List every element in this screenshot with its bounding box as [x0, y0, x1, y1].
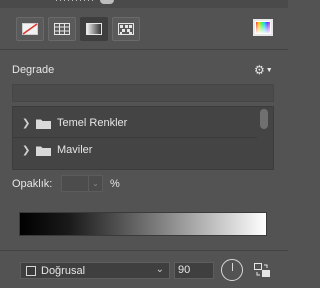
divider: [0, 250, 288, 251]
opacity-unit: %: [110, 178, 120, 190]
gradient-type-select[interactable]: Doğrusal ⌄: [20, 262, 170, 279]
list-item-folder[interactable]: ❯ Temel Renkler: [13, 110, 257, 136]
no-color-icon: [22, 23, 38, 35]
chevron-down-icon: ▼: [265, 67, 273, 74]
opacity-input[interactable]: ⌄: [61, 175, 103, 192]
chevron-down-icon: ⌄: [92, 179, 99, 188]
folder-icon: [36, 145, 51, 156]
divider: [0, 49, 288, 50]
scrollbar-thumb[interactable]: [260, 109, 268, 129]
gradient-preset-list: ❯ Temel Renkler ❯ Maviler: [12, 106, 274, 170]
gradient-icon: [86, 23, 102, 35]
gradient-type-label: Doğrusal: [41, 264, 86, 277]
opacity-label: Opaklık:: [12, 178, 53, 190]
chevron-down-icon: ⌄: [155, 264, 164, 275]
pattern-icon: [118, 23, 134, 35]
section-title: Degrade: [12, 64, 55, 76]
folder-label: Temel Renkler: [57, 117, 128, 129]
swatches-button[interactable]: [48, 17, 76, 41]
chevron-right-icon[interactable]: ❯: [22, 118, 32, 129]
opacity-dropdown-button[interactable]: ⌄: [88, 176, 102, 191]
reverse-gradient-icon: [254, 263, 270, 277]
swatch-grid-icon: [54, 23, 70, 35]
list-item-folder[interactable]: ❯ Maviler: [13, 137, 257, 163]
search-input[interactable]: [12, 84, 274, 102]
color-picker-button[interactable]: [253, 19, 273, 36]
chevron-right-icon[interactable]: ❯: [22, 145, 32, 156]
header-partial-text: ··········: [55, 0, 95, 5]
linear-gradient-icon: [26, 265, 36, 276]
color-picker-icon: [256, 22, 270, 33]
top-strip: ··········: [0, 0, 288, 8]
gradient-preview-slider[interactable]: [20, 213, 266, 235]
folder-label: Maviler: [57, 144, 93, 156]
fill-type-toolbar: [16, 17, 140, 43]
reverse-gradient-button[interactable]: [254, 263, 270, 280]
angle-dial[interactable]: [221, 259, 243, 281]
header-partial-shape: [100, 0, 114, 4]
angle-dial-hand: [232, 263, 233, 271]
gear-icon: ⚙: [254, 63, 265, 77]
settings-menu-button[interactable]: ⚙▼: [254, 63, 273, 77]
pattern-button[interactable]: [112, 17, 140, 41]
gradient-button[interactable]: [80, 17, 108, 41]
no-color-button[interactable]: [16, 17, 44, 41]
folder-icon: [36, 118, 51, 129]
angle-input[interactable]: 90: [174, 262, 214, 279]
